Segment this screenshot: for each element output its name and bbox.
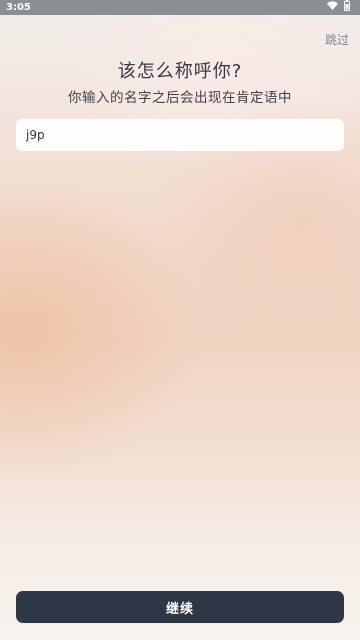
status-bar: 3:05 xyxy=(0,0,360,15)
page-subtitle: 你输入的名字之后会出现在肯定语中 xyxy=(68,90,292,106)
name-input[interactable] xyxy=(16,119,344,151)
status-icons xyxy=(327,0,350,16)
page-title: 该怎么称呼你? xyxy=(117,61,243,82)
battery-icon xyxy=(344,0,350,16)
wifi-icon xyxy=(327,0,338,15)
skip-button[interactable]: 跳过 xyxy=(325,31,349,48)
status-time: 3:05 xyxy=(6,2,31,13)
continue-button[interactable]: 继续 xyxy=(16,591,344,623)
